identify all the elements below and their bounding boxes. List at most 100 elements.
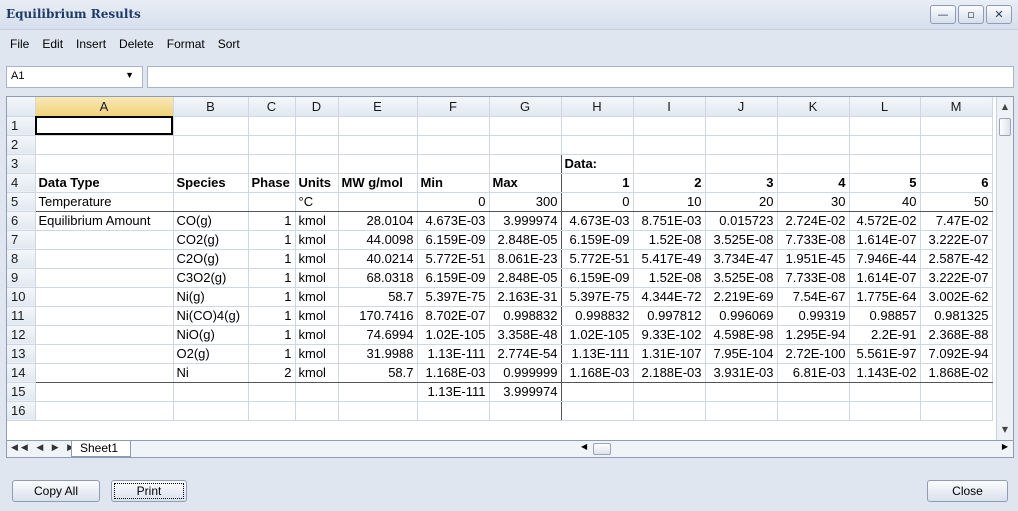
cell-f8[interactable]: 5.772E-51 xyxy=(417,249,490,269)
cell-j11[interactable]: 0.996069 xyxy=(705,306,778,326)
column-header-e[interactable]: E xyxy=(338,97,418,117)
print-button[interactable]: Print xyxy=(111,480,187,502)
column-header-f[interactable]: F xyxy=(417,97,490,117)
cell-j9[interactable]: 3.525E-08 xyxy=(705,268,778,288)
cell-l15[interactable] xyxy=(849,382,921,402)
cell-l13[interactable]: 5.561E-97 xyxy=(849,344,921,364)
cell-m1[interactable] xyxy=(920,116,993,136)
cell-i9[interactable]: 1.52E-08 xyxy=(633,268,706,288)
cell-m5[interactable]: 50 xyxy=(920,192,993,212)
row-header[interactable]: 10 xyxy=(7,287,36,307)
cell-k1[interactable] xyxy=(777,116,850,136)
menu-format[interactable]: Format xyxy=(161,37,211,51)
scroll-right-icon[interactable]: ▶ xyxy=(1002,442,1008,451)
row-header[interactable]: 13 xyxy=(7,344,36,364)
cell-g8[interactable]: 8.061E-23 xyxy=(489,249,562,269)
cell-k2[interactable] xyxy=(777,135,850,155)
cell-h1[interactable] xyxy=(561,116,634,136)
cell-k14[interactable]: 6.81E-03 xyxy=(777,363,850,383)
cell-i13[interactable]: 1.31E-107 xyxy=(633,344,706,364)
cell-e12[interactable]: 74.6994 xyxy=(338,325,418,345)
cell-m6[interactable]: 7.47E-02 xyxy=(920,211,993,231)
cell-j13[interactable]: 7.95E-104 xyxy=(705,344,778,364)
cell-l8[interactable]: 7.946E-44 xyxy=(849,249,921,269)
cell-c10[interactable]: 1 xyxy=(248,287,296,307)
row-header[interactable]: 5 xyxy=(7,192,36,212)
cell-f7[interactable]: 6.159E-09 xyxy=(417,230,490,250)
cell-a5[interactable]: Temperature xyxy=(35,192,174,212)
cell-k9[interactable]: 7.733E-08 xyxy=(777,268,850,288)
cell-l11[interactable]: 0.98857 xyxy=(849,306,921,326)
cell-a12[interactable] xyxy=(35,325,174,345)
cell-c14[interactable]: 2 xyxy=(248,363,296,383)
cell-i8[interactable]: 5.417E-49 xyxy=(633,249,706,269)
cell-f2[interactable] xyxy=(417,135,490,155)
column-header-a[interactable]: A xyxy=(35,97,174,117)
row-header[interactable]: 4 xyxy=(7,173,36,193)
cell-d3[interactable] xyxy=(295,154,339,174)
column-header-b[interactable]: B xyxy=(173,97,249,117)
cell-h5[interactable]: 0 xyxy=(561,192,634,212)
cell-d12[interactable]: kmol xyxy=(295,325,339,345)
cell-d9[interactable]: kmol xyxy=(295,268,339,288)
cell-h12[interactable]: 1.02E-105 xyxy=(561,325,634,345)
minimize-button[interactable]: — xyxy=(930,5,956,24)
cell-j1[interactable] xyxy=(705,116,778,136)
cell-m15[interactable] xyxy=(920,382,993,402)
cell-i7[interactable]: 1.52E-08 xyxy=(633,230,706,250)
scroll-left-icon[interactable]: ◀ xyxy=(581,442,587,451)
cell-g14[interactable]: 0.999999 xyxy=(489,363,562,383)
cell-a14[interactable] xyxy=(35,363,174,383)
cell-i3[interactable] xyxy=(633,154,706,174)
cell-m13[interactable]: 7.092E-94 xyxy=(920,344,993,364)
cell-j4[interactable]: 3 xyxy=(705,173,778,193)
row-header[interactable]: 11 xyxy=(7,306,36,326)
cell-b13[interactable]: O2(g) xyxy=(173,344,249,364)
row-header[interactable]: 6 xyxy=(7,211,36,231)
cell-b2[interactable] xyxy=(173,135,249,155)
cell-b6[interactable]: CO(g) xyxy=(173,211,249,231)
cell-h2[interactable] xyxy=(561,135,634,155)
cell-m8[interactable]: 2.587E-42 xyxy=(920,249,993,269)
cell-a8[interactable] xyxy=(35,249,174,269)
cell-l14[interactable]: 1.143E-02 xyxy=(849,363,921,383)
cell-b12[interactable]: NiO(g) xyxy=(173,325,249,345)
cell-b7[interactable]: CO2(g) xyxy=(173,230,249,250)
cell-l3[interactable] xyxy=(849,154,921,174)
cell-l4[interactable]: 5 xyxy=(849,173,921,193)
cell-d16[interactable] xyxy=(295,401,339,421)
cell-c7[interactable]: 1 xyxy=(248,230,296,250)
column-header-g[interactable]: G xyxy=(489,97,562,117)
cell-e3[interactable] xyxy=(338,154,418,174)
cell-i16[interactable] xyxy=(633,401,706,421)
cell-h11[interactable]: 0.998832 xyxy=(561,306,634,326)
cell-i1[interactable] xyxy=(633,116,706,136)
cell-f13[interactable]: 1.13E-111 xyxy=(417,344,490,364)
column-header-d[interactable]: D xyxy=(295,97,339,117)
cell-d5[interactable]: °C xyxy=(295,192,339,212)
cell-k4[interactable]: 4 xyxy=(777,173,850,193)
cell-e16[interactable] xyxy=(338,401,418,421)
cell-b8[interactable]: C2O(g) xyxy=(173,249,249,269)
cell-i15[interactable] xyxy=(633,382,706,402)
column-header-k[interactable]: K xyxy=(777,97,850,117)
cell-j12[interactable]: 4.598E-98 xyxy=(705,325,778,345)
column-header-j[interactable]: J xyxy=(705,97,778,117)
cell-a4[interactable]: Data Type xyxy=(35,173,174,193)
cell-k7[interactable]: 7.733E-08 xyxy=(777,230,850,250)
cell-e11[interactable]: 170.7416 xyxy=(338,306,418,326)
cell-a15[interactable] xyxy=(35,382,174,402)
cell-b1[interactable] xyxy=(173,116,249,136)
cell-h9[interactable]: 6.159E-09 xyxy=(561,268,634,288)
column-header-m[interactable]: M xyxy=(920,97,993,117)
horizontal-scrollbar[interactable]: ◀ ▶ xyxy=(579,442,1012,456)
cell-j15[interactable] xyxy=(705,382,778,402)
cell-j3[interactable] xyxy=(705,154,778,174)
cell-e14[interactable]: 58.7 xyxy=(338,363,418,383)
cell-i6[interactable]: 8.751E-03 xyxy=(633,211,706,231)
cell-k16[interactable] xyxy=(777,401,850,421)
cell-g3[interactable] xyxy=(489,154,562,174)
close-button[interactable]: Close xyxy=(927,480,1008,502)
cell-l6[interactable]: 4.572E-02 xyxy=(849,211,921,231)
cell-a11[interactable] xyxy=(35,306,174,326)
